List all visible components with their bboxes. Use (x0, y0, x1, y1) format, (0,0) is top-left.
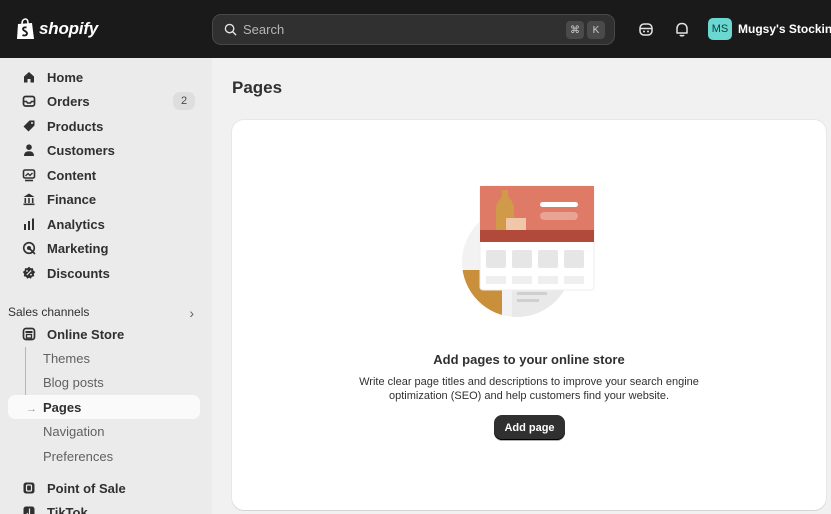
store-name: Mugsy's Stockings (738, 22, 831, 36)
bar-chart-icon (21, 216, 37, 232)
sidebar-item-themes[interactable]: Themes (8, 346, 200, 370)
sidebar-item-label: Customers (47, 142, 115, 158)
sidebar-item-blog-posts[interactable]: Blog posts (8, 370, 200, 394)
shopify-bag-icon (17, 18, 34, 39)
sidebar-item-content[interactable]: Content (8, 163, 200, 187)
sidebar-item-finance[interactable]: Finance (8, 187, 200, 211)
top-bar: shopify ⌘ K MS Mugsy's Stockings (0, 0, 831, 58)
sidebar-item-label: Products (47, 118, 104, 134)
sidebar-item-label: Orders (47, 93, 90, 109)
sidebar-item-label: Blog posts (43, 374, 104, 390)
discount-icon (21, 265, 37, 281)
tree-arrow-icon: → (26, 403, 37, 415)
add-page-button[interactable]: Add page (494, 415, 565, 440)
chevron-right-icon[interactable]: › (189, 305, 194, 321)
sidebar-item-label: Finance (47, 191, 97, 207)
sidebar-item-tiktok[interactable]: TikTok (8, 500, 200, 514)
sidebar-item-navigation[interactable]: Navigation (8, 419, 200, 443)
sales-channels-label: Sales channels (8, 305, 90, 319)
shortcut-k-key: K (587, 21, 605, 39)
target-icon (21, 240, 37, 256)
bank-icon (21, 191, 37, 207)
person-icon (21, 142, 37, 158)
empty-state-description: Write clear page titles and descriptions… (359, 376, 699, 402)
home-icon (21, 69, 37, 85)
content-icon (21, 167, 37, 183)
tiktok-icon (21, 504, 37, 514)
orders-count-badge: 2 (173, 92, 195, 110)
orders-icon (21, 93, 37, 109)
sidebar-item-label: Preferences (43, 448, 114, 464)
sidebar-item-label: Content (47, 167, 97, 183)
sidebar-item-label: Analytics (47, 216, 105, 232)
sidebar: Home Orders 2 Products Customers Content… (0, 58, 212, 514)
sidebar-item-label: TikTok (47, 504, 88, 514)
sidebar-item-analytics[interactable]: Analytics (8, 212, 200, 236)
sidebar-item-label: Marketing (47, 240, 109, 256)
sidebar-item-products[interactable]: Products (8, 114, 200, 138)
sidebar-item-discounts[interactable]: Discounts (8, 261, 200, 285)
sidebar-item-marketing[interactable]: Marketing (8, 236, 200, 260)
pos-icon (21, 480, 37, 496)
sidebar-item-label: Online Store (47, 326, 125, 342)
search-bar[interactable]: ⌘ K (212, 14, 615, 45)
sidebar-item-label: Pages (43, 399, 82, 415)
empty-state-card: Add pages to your online store Write cle… (232, 120, 826, 510)
search-input[interactable] (243, 22, 543, 37)
store-icon (21, 326, 37, 342)
sales-channels-header[interactable]: Sales channels › (8, 302, 200, 322)
shopify-logo[interactable]: shopify (15, 18, 98, 40)
bell-icon[interactable] (673, 20, 691, 38)
tag-icon (21, 118, 37, 134)
sidebar-item-customers[interactable]: Customers (8, 138, 200, 162)
avatar: MS (708, 18, 732, 40)
pages-illustration (462, 185, 595, 317)
page-title: Pages (232, 78, 283, 97)
search-icon (224, 23, 237, 36)
sidebar-item-point-of-sale[interactable]: Point of Sale (8, 476, 200, 500)
sidekick-icon[interactable] (637, 20, 655, 38)
sidebar-item-preferences[interactable]: Preferences (8, 444, 200, 468)
sidebar-item-label: Point of Sale (47, 480, 126, 496)
sidebar-item-label: Home (47, 69, 84, 85)
sidebar-item-label: Discounts (47, 265, 110, 281)
sidebar-item-label: Themes (43, 350, 90, 366)
store-menu[interactable]: MS Mugsy's Stockings (708, 18, 831, 40)
empty-state-heading: Add pages to your online store (433, 352, 625, 367)
brand-name: shopify (39, 19, 99, 38)
sidebar-item-online-store[interactable]: Online Store (8, 322, 200, 346)
sidebar-item-home[interactable]: Home (8, 65, 200, 89)
sidebar-item-label: Navigation (43, 423, 105, 439)
shortcut-cmd-key: ⌘ (566, 21, 584, 39)
sidebar-item-orders[interactable]: Orders 2 (8, 89, 200, 113)
